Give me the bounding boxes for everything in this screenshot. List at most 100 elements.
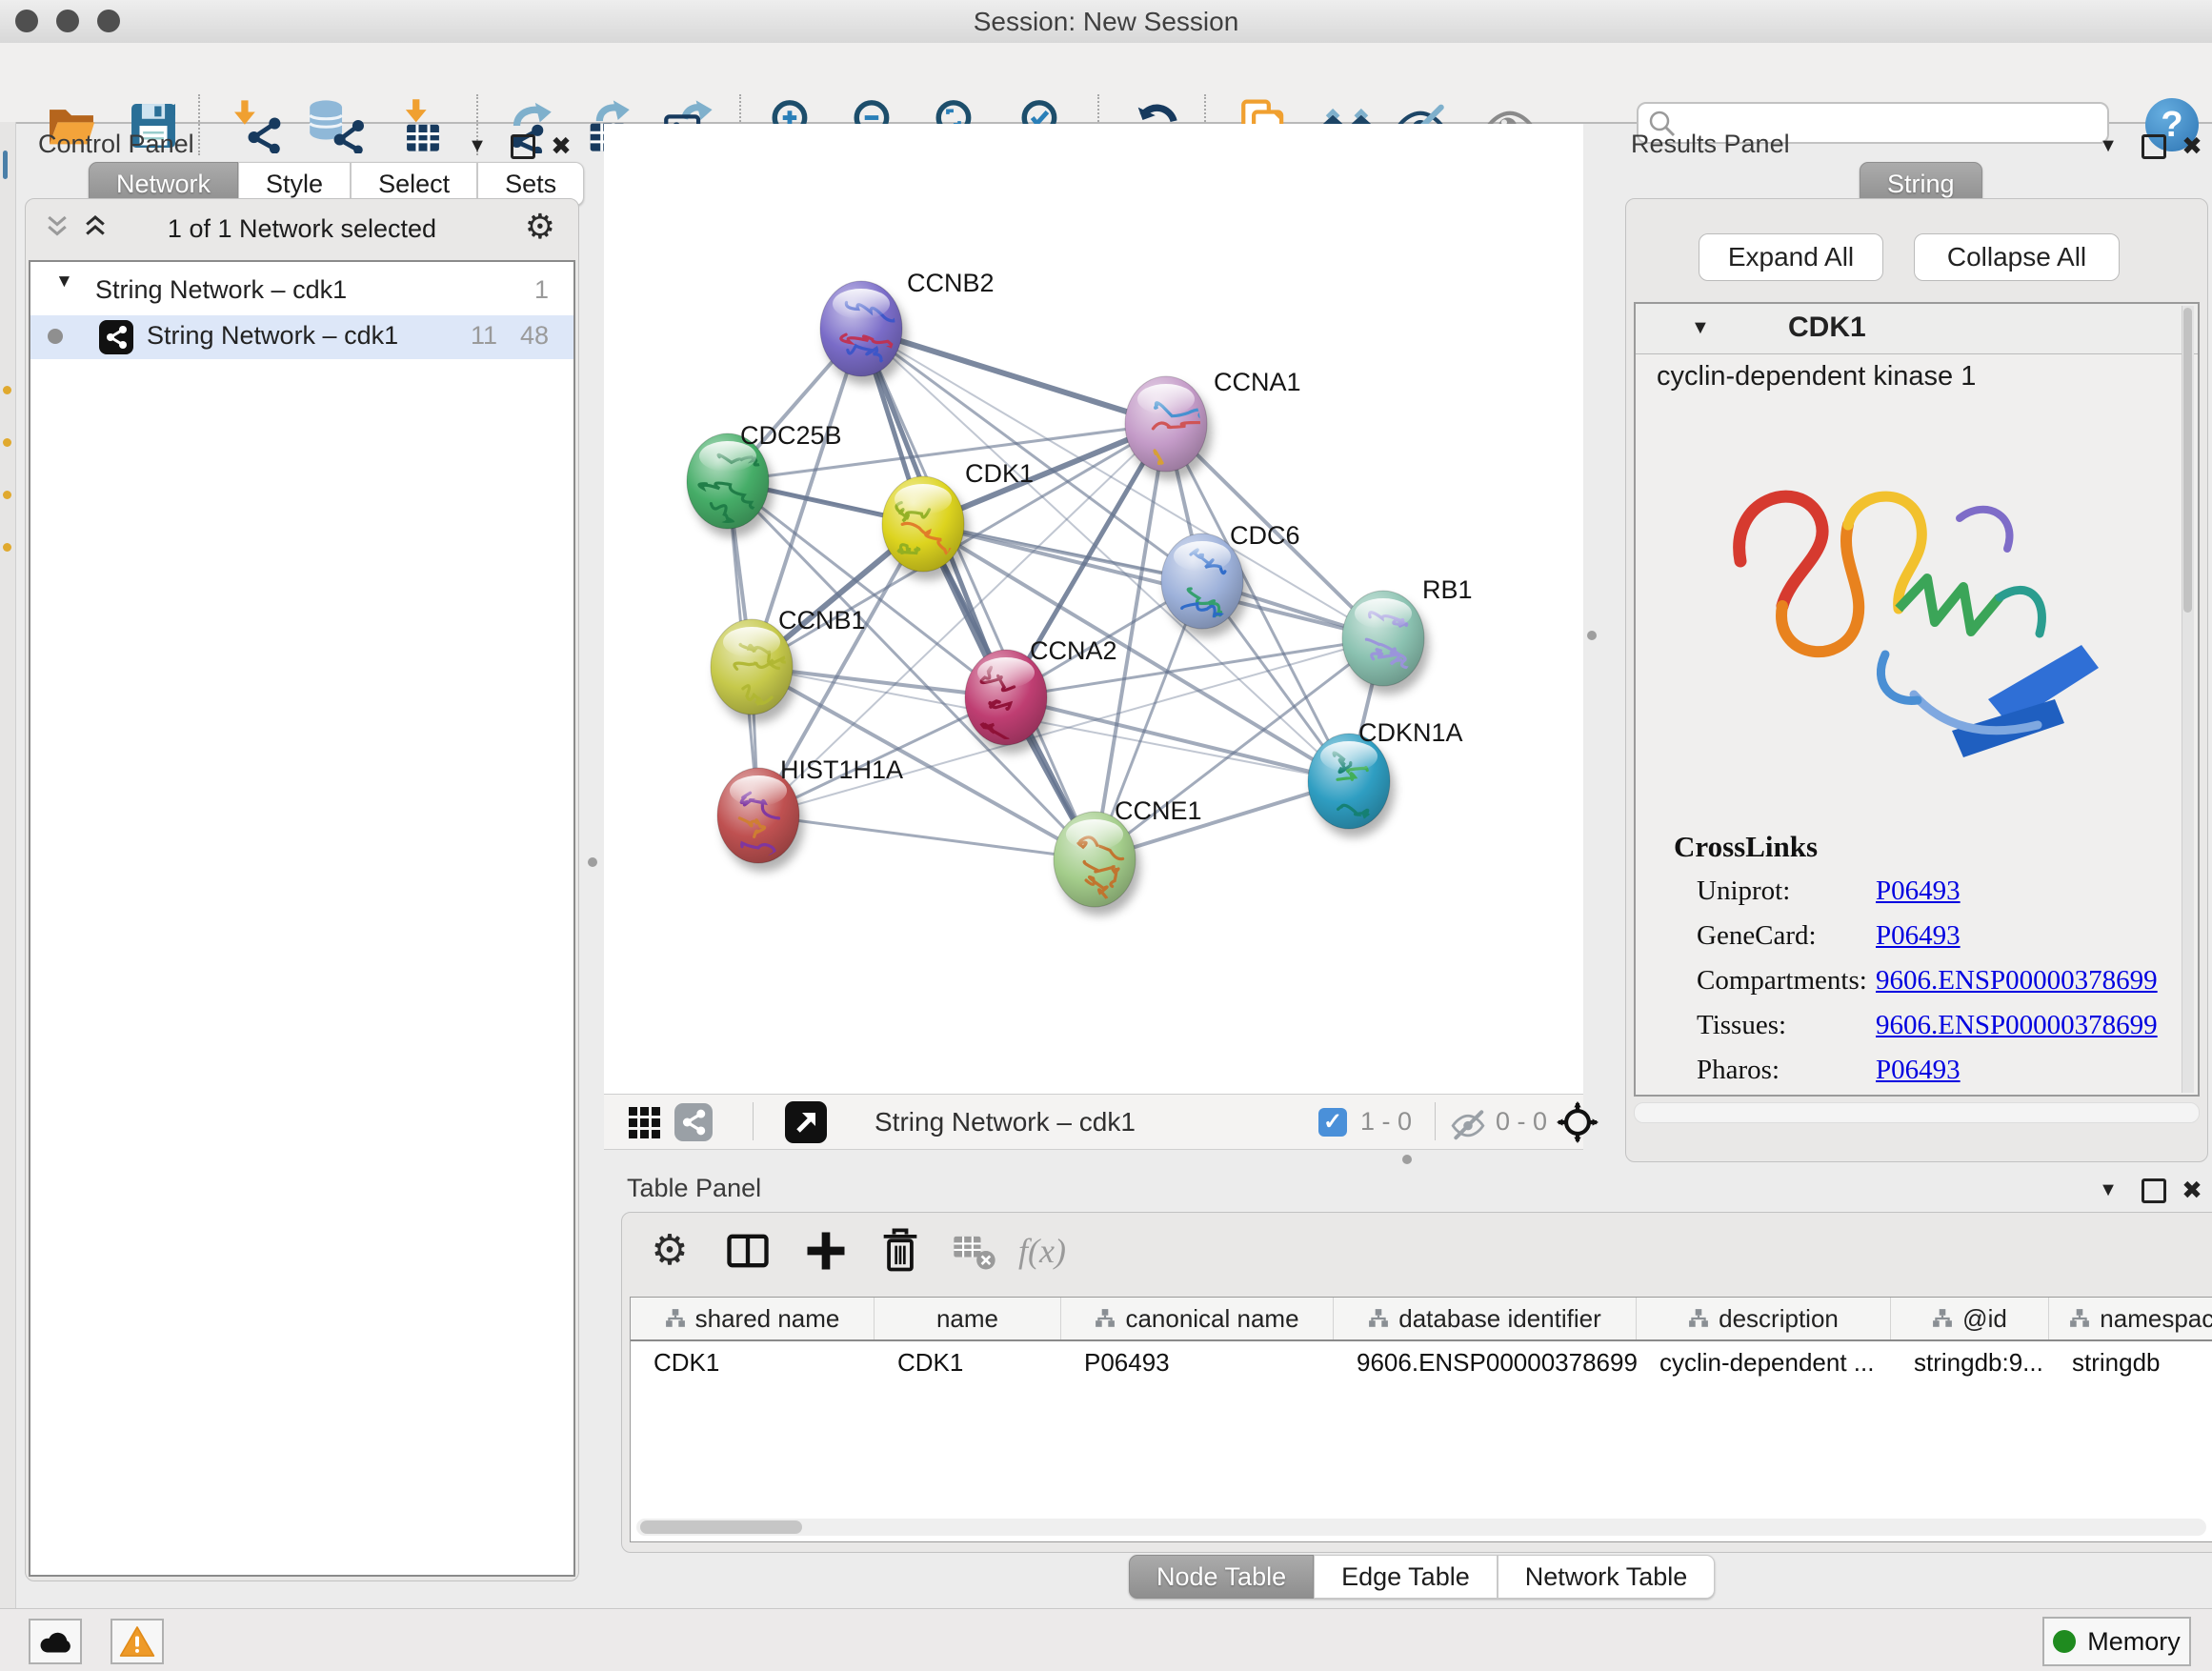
- table-cell[interactable]: cyclin-dependent ...: [1637, 1341, 1891, 1383]
- cloud-status-button[interactable]: [29, 1619, 82, 1664]
- node-label-RB1: RB1: [1422, 575, 1473, 604]
- table-panel-close-icon[interactable]: ✖: [2178, 1172, 2206, 1208]
- side-strip-icon[interactable]: [3, 438, 11, 447]
- table-scroll-thumb[interactable]: [640, 1520, 802, 1534]
- side-strip-icon[interactable]: [3, 151, 8, 179]
- column-header-database-identifier[interactable]: database identifier: [1334, 1298, 1637, 1339]
- network-node-RB1[interactable]: RB1: [1342, 575, 1473, 695]
- node-card-expander-icon[interactable]: ▼: [1691, 317, 1710, 339]
- table-panel-body: ⚙ f(x) shared namenamecanonical namedata…: [621, 1212, 2212, 1553]
- results-horizontal-scrollbar[interactable]: [1634, 1102, 2200, 1123]
- crosslink-link[interactable]: P06493: [1876, 920, 1961, 952]
- grid-view-icon[interactable]: [627, 1105, 661, 1139]
- hidden-eye-icon[interactable]: [1450, 1106, 1486, 1138]
- right-splitter-handle[interactable]: [1587, 631, 1597, 640]
- birds-eye-view-icon[interactable]: [1557, 1101, 1599, 1143]
- network-graph[interactable]: CCNB2CCNA1CDC25BCDK1CDC6RB1CCNB1CCNA2CDK…: [604, 124, 1583, 1094]
- table-cell[interactable]: 9606.ENSP00000378699: [1334, 1341, 1637, 1383]
- table-cell[interactable]: stringdb:9...: [1891, 1341, 2049, 1383]
- network-collection-row[interactable]: ▼ String Network – cdk1 1: [30, 270, 573, 313]
- table-settings-gear-icon[interactable]: ⚙: [645, 1226, 694, 1276]
- network-node-CCNA1[interactable]: CCNA1: [1125, 368, 1301, 480]
- cloud-icon: [38, 1628, 72, 1655]
- tab-node-table[interactable]: Node Table: [1129, 1555, 1314, 1599]
- collection-expander-icon[interactable]: ▼: [55, 272, 73, 292]
- title-bar: Session: New Session: [0, 0, 2212, 44]
- column-header-name[interactable]: name: [875, 1298, 1061, 1339]
- node-label-HIST1H1A: HIST1H1A: [780, 755, 903, 784]
- results-vertical-scrollbar[interactable]: [2182, 306, 2194, 1093]
- import-network-file-icon[interactable]: [229, 98, 284, 153]
- results-panel-close-icon[interactable]: ✖: [2178, 128, 2206, 164]
- crosslink-link[interactable]: 9606.ENSP00000378699: [1876, 965, 2158, 997]
- show-columns-icon[interactable]: [723, 1226, 773, 1276]
- network-node-CCNB2[interactable]: CCNB2: [820, 269, 995, 385]
- column-header-description[interactable]: description: [1637, 1298, 1891, 1339]
- memory-button[interactable]: Memory: [2042, 1617, 2191, 1666]
- control-panel-close-icon[interactable]: ✖: [547, 128, 575, 164]
- application-window: Session: New Session: [0, 0, 2212, 1671]
- delete-column-trash-icon[interactable]: [875, 1226, 925, 1276]
- side-strip-icon[interactable]: [3, 543, 11, 552]
- column-header-@id[interactable]: @id: [1891, 1298, 2049, 1339]
- left-splitter-handle[interactable]: [588, 857, 597, 867]
- table-panel-float-icon[interactable]: [2140, 1172, 2168, 1208]
- results-panel-float-icon[interactable]: [2140, 128, 2168, 164]
- table-cell[interactable]: stringdb: [2049, 1341, 2212, 1383]
- control-panel-title: Control Panel: [38, 130, 194, 159]
- crosslink-link[interactable]: 9606.ENSP00000378699: [1876, 1010, 2158, 1041]
- network-node-CDC6[interactable]: CDC6: [1161, 521, 1300, 637]
- table-horizontal-scrollbar[interactable]: [636, 1519, 2206, 1536]
- side-strip-icon[interactable]: [3, 386, 11, 394]
- tab-network-table[interactable]: Network Table: [1498, 1555, 1716, 1599]
- network-options-gear-icon[interactable]: ⚙: [525, 207, 555, 247]
- table-cell[interactable]: CDK1: [875, 1341, 1061, 1383]
- column-header-shared-name[interactable]: shared name: [631, 1298, 875, 1339]
- network-tree: ▼ String Network – cdk1 1 String Network…: [29, 260, 575, 1577]
- network-node-CDKN1A[interactable]: CDKN1A: [1308, 718, 1463, 837]
- import-network-database-icon[interactable]: [305, 98, 368, 153]
- network-node-CDK1[interactable]: CDK1: [882, 459, 1034, 580]
- results-scroll-thumb[interactable]: [2183, 308, 2192, 613]
- detach-view-icon[interactable]: [785, 1101, 827, 1143]
- tab-edge-table[interactable]: Edge Table: [1314, 1555, 1498, 1599]
- node-label-CDC25B: CDC25B: [740, 421, 842, 450]
- table-cell[interactable]: CDK1: [631, 1341, 875, 1383]
- expand-all-button[interactable]: Expand All: [1699, 233, 1883, 281]
- table-panel-menu-icon[interactable]: ▼: [2094, 1172, 2122, 1208]
- node-card-title: CDK1: [1788, 312, 1866, 344]
- node-card-header[interactable]: ▼ CDK1: [1636, 304, 2198, 354]
- network-current-dot-icon: [48, 329, 63, 344]
- node-label-CCNA1: CCNA1: [1214, 368, 1301, 396]
- table-cell[interactable]: P06493: [1061, 1341, 1334, 1383]
- collapse-all-button[interactable]: Collapse All: [1914, 233, 2120, 281]
- warnings-button[interactable]: [111, 1619, 164, 1664]
- toolbar-separator: [198, 94, 200, 155]
- results-panel-menu-icon[interactable]: ▼: [2094, 128, 2122, 164]
- crosslink-label: Pharos:: [1697, 1055, 1780, 1085]
- network-canvas[interactable]: CCNB2CCNA1CDC25BCDK1CDC6RB1CCNB1CCNA2CDK…: [604, 124, 1583, 1094]
- add-column-icon[interactable]: [801, 1226, 851, 1276]
- column-header-namespace[interactable]: namespace: [2049, 1298, 2212, 1339]
- control-panel-body: 1 of 1 Network selected ⚙ ▼ String Netwo…: [25, 198, 579, 1581]
- crosslink-row: Tissues:9606.ENSP00000378699: [1697, 1010, 2169, 1055]
- memory-status-dot-icon: [2053, 1630, 2076, 1653]
- column-header-canonical-name[interactable]: canonical name: [1061, 1298, 1334, 1339]
- network-view-share-icon[interactable]: [674, 1103, 713, 1141]
- selected-nodes-checkbox[interactable]: ✓: [1318, 1108, 1347, 1137]
- memory-label: Memory: [2087, 1627, 2181, 1657]
- crosslink-link[interactable]: P06493: [1876, 1055, 1961, 1086]
- network-node-CCNA2[interactable]: CCNA2: [965, 636, 1117, 754]
- import-table-icon[interactable]: [395, 98, 451, 153]
- network-node-HIST1H1A[interactable]: HIST1H1A: [717, 755, 903, 872]
- control-panel-menu-icon[interactable]: ▼: [463, 128, 492, 164]
- network-row-selected[interactable]: String Network – cdk1 11 48: [30, 315, 573, 359]
- netbar-separator: [1435, 1102, 1436, 1140]
- delete-table-icon[interactable]: [950, 1226, 999, 1276]
- control-panel-float-icon[interactable]: [509, 128, 537, 164]
- table-row[interactable]: CDK1CDK1P064939606.ENSP00000378699cyclin…: [631, 1341, 2212, 1383]
- side-strip-icon[interactable]: [3, 491, 11, 499]
- crosslink-link[interactable]: P06493: [1876, 876, 1961, 907]
- bottom-splitter-handle[interactable]: [1402, 1155, 1412, 1164]
- function-builder-icon[interactable]: f(x): [1018, 1226, 1095, 1276]
